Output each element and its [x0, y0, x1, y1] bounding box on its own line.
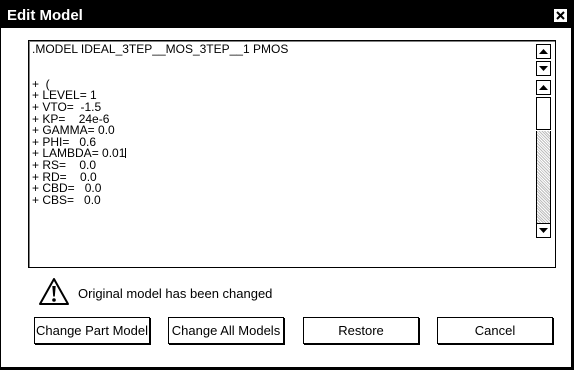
scroll-up-button[interactable] [536, 80, 551, 95]
arrow-down-icon [539, 65, 548, 71]
text-caret [125, 148, 127, 159]
editor-line: + RS= 0.0 [32, 157, 97, 172]
close-icon [556, 11, 565, 20]
vertical-scrollbar[interactable] [536, 44, 553, 264]
arrow-up-icon [539, 48, 548, 54]
editor-line: + LEVEL= 1 [32, 88, 97, 103]
editor-line: + CBS= 0.0 [32, 192, 101, 207]
restore-button[interactable]: Restore [303, 317, 419, 344]
scroll-track[interactable] [536, 131, 551, 223]
dialog-title: Edit Model [7, 7, 83, 24]
model-text[interactable]: .MODEL IDEAL_3TEP__MOS_3TEP__1 PMOS + (+ … [32, 42, 532, 207]
scroll-down-button[interactable] [536, 223, 551, 238]
editor-line: + RD= 0.0 [32, 169, 97, 184]
arrow-up-icon [539, 84, 548, 90]
arrow-down-icon [539, 227, 548, 233]
model-text-editor[interactable]: .MODEL IDEAL_3TEP__MOS_3TEP__1 PMOS + (+ … [28, 40, 556, 268]
cancel-button[interactable]: Cancel [437, 317, 553, 344]
editor-line: + CBD= 0.0 [32, 181, 102, 196]
editor-line: + ( [32, 76, 50, 91]
change-part-model-button[interactable]: Change Part Model [34, 317, 150, 344]
close-button[interactable] [554, 9, 567, 22]
editor-line: .MODEL IDEAL_3TEP__MOS_3TEP__1 PMOS [32, 42, 289, 56]
status-message: Original model has been changed [78, 286, 273, 301]
editor-line: + GAMMA= 0.0 [32, 123, 115, 138]
change-all-models-button[interactable]: Change All Models [168, 317, 284, 344]
scroll-down-button-upper[interactable] [536, 61, 551, 76]
editor-line: + LAMBDA= 0.01 [32, 146, 127, 161]
scroll-thumb[interactable] [536, 97, 551, 130]
title-bar[interactable]: Edit Model [1, 1, 571, 28]
warning-icon [39, 278, 69, 305]
scroll-up-button-upper[interactable] [536, 44, 551, 59]
